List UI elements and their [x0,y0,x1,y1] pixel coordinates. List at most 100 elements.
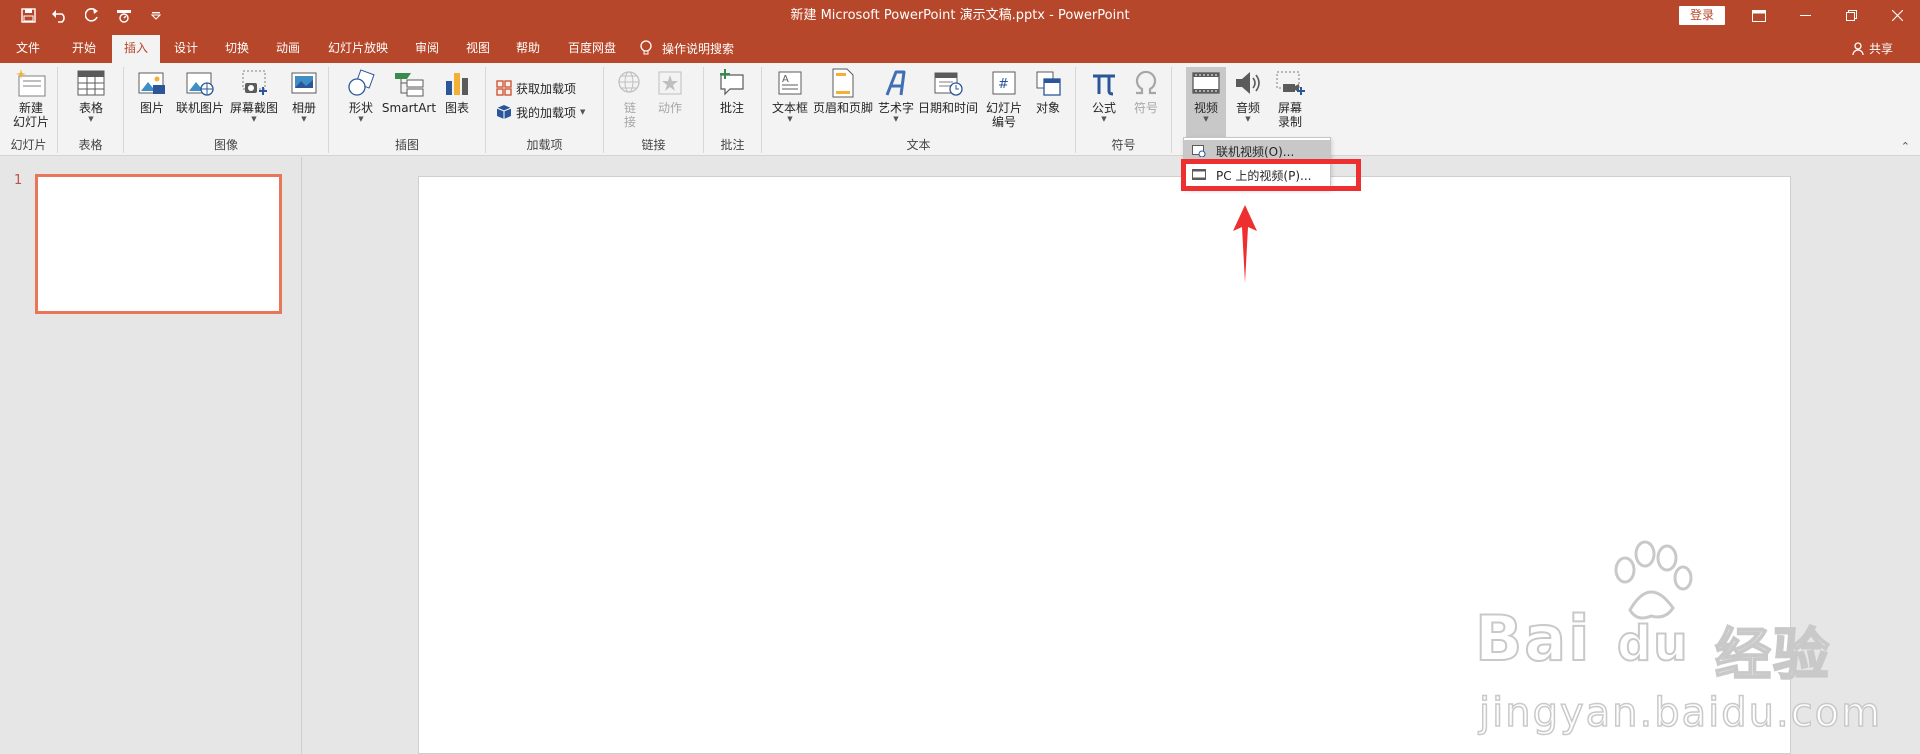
tab-design[interactable]: 设计 [162,35,210,63]
group-label-slides: 幻灯片 [10,138,47,152]
chart-label: 图表 [444,101,469,115]
ribbon-display-options-icon[interactable] [1736,0,1782,31]
tell-me-search[interactable]: 操作说明搜索 [640,35,734,61]
save-icon[interactable] [16,4,40,28]
tab-transitions[interactable]: 切换 [213,35,261,63]
my-addins-button[interactable]: 我的加载项 ▼ [496,101,585,123]
chart-icon [439,67,475,99]
textbox-label: 文本框 [771,101,808,115]
textbox-button[interactable]: A 文本框 ▼ [770,67,810,123]
group-text: A 文本框 ▼ 页眉和页脚 艺术字 ▼ 日期和时间 # 幻灯片 编号 对象 文本 [762,67,1076,153]
login-button[interactable]: 登录 [1679,6,1725,25]
close-icon[interactable] [1874,0,1920,31]
table-button[interactable]: 表格 ▼ [70,67,112,123]
smartart-button[interactable]: SmartArt [381,67,437,115]
shapes-button[interactable]: 形状 ▼ [341,67,381,123]
redo-icon[interactable] [80,4,104,28]
slide-thumbnail[interactable] [35,174,282,314]
album-caret-icon: ▼ [301,115,307,123]
new-slide-label-2: 幻灯片 [12,115,49,129]
group-comments: 批注 批注 [704,67,762,153]
lightbulb-icon [640,40,652,55]
video-button[interactable]: 视频 ▼ [1186,67,1226,137]
svg-text:A: A [782,74,789,85]
svg-text:#: # [998,77,1009,92]
tab-view[interactable]: 视图 [454,35,502,63]
undo-icon[interactable] [48,4,72,28]
action-button[interactable]: 动作 [650,67,690,115]
share-button[interactable]: 共享 [1852,35,1893,61]
slide-canvas[interactable] [418,176,1791,754]
tab-baidu-netdisk[interactable]: 百度网盘 [556,35,628,63]
slide-number-button[interactable]: # 幻灯片 编号 [982,67,1026,129]
screenshot-label: 屏幕截图 [229,101,278,115]
annotation-highlight-box [1181,159,1361,191]
group-tables: 表格 ▼ 表格 [58,67,124,153]
restore-icon[interactable] [1828,0,1874,31]
tab-help[interactable]: 帮助 [504,35,552,63]
group-addins: 获取加载项 我的加载项 ▼ 加载项 [486,67,604,153]
picture-button[interactable]: 图片 [136,67,168,115]
photo-album-icon [286,67,322,99]
slide-number-label-2: 编号 [991,115,1016,129]
collapse-ribbon-icon[interactable]: ⌃ [1901,140,1910,153]
smartart-label: SmartArt [381,101,437,115]
object-label: 对象 [1035,101,1060,115]
table-label: 表格 [78,101,103,115]
screen-recording-icon [1272,67,1308,99]
group-label-addins: 加载项 [526,138,563,152]
screen-recording-label-2: 录制 [1277,115,1302,129]
person-icon [1852,41,1864,55]
customize-qat-icon[interactable] [144,4,168,28]
tab-animations[interactable]: 动画 [264,35,312,63]
tab-file[interactable]: 文件 [4,35,52,63]
group-slides: 新建 幻灯片 幻灯片 [0,67,58,153]
title-bar: 新建 Microsoft PowerPoint 演示文稿.pptx - Powe… [0,0,1920,31]
shapes-caret-icon: ▼ [358,115,364,123]
audio-caret-icon: ▼ [1245,115,1251,123]
photo-album-button[interactable]: 相册 ▼ [284,67,324,123]
tab-home[interactable]: 开始 [60,35,108,63]
tab-insert[interactable]: 插入 [112,35,161,63]
link-label-1: 链 [623,101,636,115]
calendar-icon [930,67,966,99]
wordart-label: 艺术字 [877,101,914,115]
presenter-icon[interactable] [112,4,136,28]
new-slide-button[interactable]: 新建 幻灯片 [6,67,56,129]
shapes-label: 形状 [348,101,373,115]
group-label-images: 图像 [213,138,238,152]
group-label-text: 文本 [906,138,931,152]
video-caret-icon: ▼ [1203,115,1209,123]
screen-recording-label-1: 屏幕 [1277,101,1302,115]
tell-me-label: 操作说明搜索 [662,41,735,56]
screenshot-button[interactable]: 屏幕截图 ▼ [228,67,280,123]
online-picture-icon [182,67,218,99]
symbol-label: 符号 [1133,101,1158,115]
get-addins-button[interactable]: 获取加载项 [496,77,576,99]
chart-button[interactable]: 图表 [439,67,475,115]
link-button[interactable]: 链 接 [612,67,648,129]
my-addins-caret-icon: ▼ [580,108,586,116]
online-picture-button[interactable]: 联机图片 [174,67,226,115]
online-video-label: 联机视频(O)... [1216,144,1295,159]
screen-recording-button[interactable]: 屏幕 录制 [1270,67,1310,129]
date-time-button[interactable]: 日期和时间 [918,67,978,115]
tab-slideshow[interactable]: 幻灯片放映 [316,35,400,63]
textbox-caret-icon: ▼ [787,115,793,123]
ribbon-tabs: 文件 开始 插入 设计 切换 动画 幻灯片放映 审阅 视图 帮助 百度网盘 操作… [0,31,1920,63]
table-caret-icon: ▼ [88,115,94,123]
audio-button[interactable]: 音频 ▼ [1228,67,1268,123]
document-title: 新建 Microsoft PowerPoint 演示文稿.pptx - Powe… [790,8,1130,23]
equation-caret-icon: ▼ [1101,115,1107,123]
group-illustrations: 形状 ▼ SmartArt 图表 插图 [329,67,486,153]
symbol-button[interactable]: 符号 [1126,67,1166,115]
comment-button[interactable]: 批注 [712,67,752,115]
wordart-button[interactable]: 艺术字 ▼ [876,67,916,123]
header-footer-button[interactable]: 页眉和页脚 [812,67,874,115]
object-button[interactable]: 对象 [1028,67,1068,115]
minimize-icon[interactable] [1782,0,1828,31]
tab-review[interactable]: 审阅 [403,35,451,63]
equation-button[interactable]: 公式 ▼ [1084,67,1124,123]
my-addins-label: 我的加载项 [516,105,577,120]
photo-album-label: 相册 [291,101,316,115]
